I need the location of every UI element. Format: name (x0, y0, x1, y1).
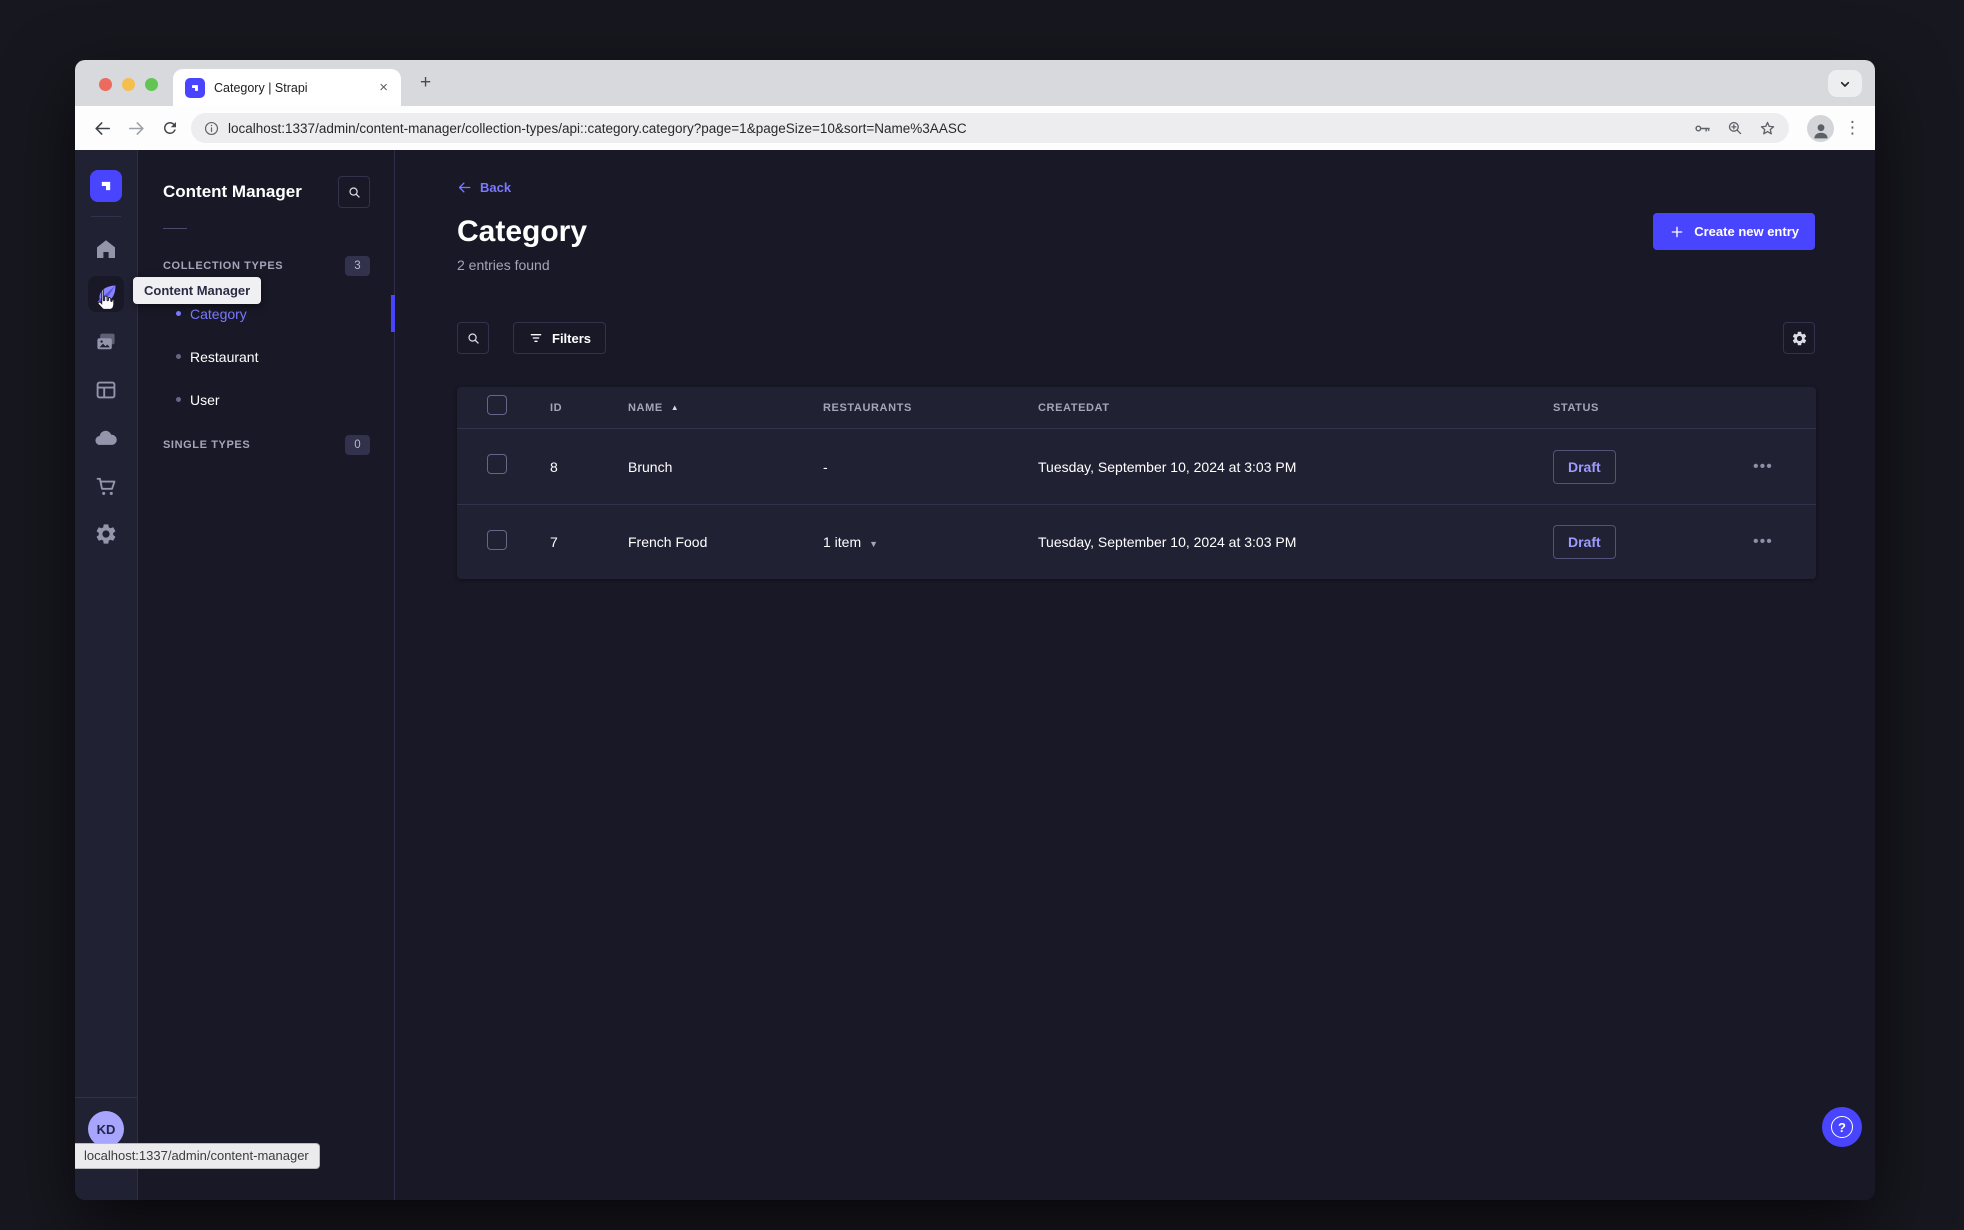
row-actions-icon[interactable]: ••• (1753, 458, 1773, 475)
bullet-icon (176, 397, 181, 402)
nav-cloud-icon[interactable] (88, 420, 124, 456)
table-row[interactable]: 8 Brunch - Tuesday, September 10, 2024 a… (457, 429, 1816, 504)
nav-content-type-builder-icon[interactable] (88, 372, 124, 408)
browser-menu-icon[interactable]: ⋮ (1844, 119, 1861, 136)
zoom-in-icon[interactable] (1726, 119, 1744, 137)
mouse-cursor (92, 288, 116, 312)
new-tab-button[interactable]: + (420, 73, 431, 93)
bullet-icon (176, 354, 181, 359)
content-manager-subnav: Content Manager COLLECTION TYPES 3 Categ… (138, 150, 395, 1200)
password-key-icon[interactable] (1693, 119, 1712, 138)
row-checkbox[interactable] (487, 454, 507, 474)
main-content: Back Category Create new entry 2 entries… (395, 150, 1875, 1200)
question-mark-icon: ? (1831, 1116, 1853, 1138)
nav-marketplace-icon[interactable] (88, 468, 124, 504)
cell-restaurants: - (823, 458, 828, 475)
cell-createdat: Tuesday, September 10, 2024 at 3:03 PM (1038, 534, 1297, 550)
strapi-app: KD Content Manager COLLECTION TYPES 3 Ca… (75, 150, 1875, 1200)
cell-createdat: Tuesday, September 10, 2024 at 3:03 PM (1038, 458, 1297, 475)
collection-types-count-badge: 3 (345, 256, 370, 276)
rail-footer-divider (75, 1097, 137, 1098)
arrow-left-icon (457, 180, 472, 195)
browser-toolbar: localhost:1337/admin/content-manager/col… (75, 106, 1875, 150)
subnav-item-user[interactable]: User (163, 378, 370, 421)
entries-table: ID NAME ▲ RESTAURANTS CREATEDAT STATUS 8 … (457, 387, 1816, 579)
browser-window: Category | Strapi × + localhost:1337/adm… (75, 60, 1875, 1200)
close-window-button[interactable] (99, 78, 112, 91)
nav-home-icon[interactable] (88, 231, 124, 267)
bullet-icon (176, 311, 181, 316)
url-text[interactable]: localhost:1337/admin/content-manager/col… (228, 121, 1683, 136)
filter-icon (528, 330, 544, 346)
traffic-lights (99, 78, 158, 91)
cell-id: 7 (550, 534, 558, 550)
chevron-down-icon: ▼ (869, 539, 879, 549)
search-icon (347, 185, 362, 200)
reload-icon[interactable] (153, 111, 187, 145)
bookmark-star-icon[interactable] (1758, 119, 1777, 138)
active-indicator (391, 295, 395, 332)
strapi-logo[interactable] (90, 170, 122, 202)
column-header-id[interactable]: ID (545, 402, 623, 414)
cell-id: 8 (550, 458, 558, 475)
view-settings-button[interactable] (1783, 322, 1815, 354)
back-link[interactable]: Back (457, 180, 511, 195)
list-search-button[interactable] (457, 322, 489, 354)
column-header-restaurants[interactable]: RESTAURANTS (818, 402, 1033, 414)
url-bar-icons (1693, 119, 1777, 138)
status-badge: Draft (1553, 525, 1616, 559)
forward-icon[interactable] (119, 111, 153, 145)
table-header-row: ID NAME ▲ RESTAURANTS CREATEDAT STATUS (457, 387, 1816, 429)
table-row[interactable]: 7 French Food 1 item ▼ Tuesday, September… (457, 504, 1816, 579)
rail-divider (91, 216, 121, 217)
strapi-favicon-icon (185, 77, 205, 98)
column-header-createdat[interactable]: CREATEDAT (1033, 402, 1548, 414)
minimize-window-button[interactable] (122, 78, 135, 91)
column-header-name[interactable]: NAME ▲ (623, 402, 818, 414)
site-info-icon[interactable] (203, 120, 220, 137)
zoom-window-button[interactable] (145, 78, 158, 91)
cell-name: Brunch (628, 458, 673, 475)
sort-asc-icon: ▲ (670, 402, 680, 412)
tab-strip: Category | Strapi × + (75, 60, 1875, 106)
filters-button[interactable]: Filters (513, 322, 607, 354)
single-types-count-badge: 0 (345, 435, 370, 455)
plus-icon (1669, 224, 1685, 240)
gear-icon (1791, 330, 1808, 347)
content-manager-tooltip: Content Manager (133, 277, 262, 304)
browser-tab[interactable]: Category | Strapi × (173, 69, 401, 106)
subnav-item-restaurant[interactable]: Restaurant (163, 335, 370, 378)
tab-title: Category | Strapi (214, 80, 308, 95)
entries-count: 2 entries found (457, 257, 550, 273)
link-status-bubble: localhost:1337/admin/content-manager (75, 1143, 320, 1169)
subnav-divider (163, 228, 187, 229)
close-tab-icon[interactable]: × (376, 79, 391, 96)
single-types-label: SINGLE TYPES (163, 439, 251, 451)
cell-restaurants[interactable]: 1 item ▼ (818, 534, 1033, 550)
row-actions-icon[interactable]: ••• (1753, 533, 1773, 550)
page-title: Category (457, 214, 588, 248)
user-avatar[interactable]: KD (88, 1111, 124, 1147)
status-badge: Draft (1553, 449, 1616, 484)
subnav-search-button[interactable] (338, 176, 370, 208)
collection-types-label: COLLECTION TYPES (163, 260, 284, 272)
column-header-status[interactable]: STATUS (1548, 402, 1748, 414)
nav-media-library-icon[interactable] (88, 324, 124, 360)
create-new-entry-button[interactable]: Create new entry (1653, 213, 1815, 250)
cell-name: French Food (628, 534, 708, 550)
tab-search-button[interactable] (1828, 70, 1862, 97)
url-bar[interactable]: localhost:1337/admin/content-manager/col… (191, 113, 1789, 143)
subnav-title: Content Manager (163, 182, 302, 201)
select-all-checkbox[interactable] (487, 395, 507, 415)
browser-profile-icon[interactable] (1807, 114, 1834, 142)
back-icon[interactable] (85, 111, 119, 145)
row-checkbox[interactable] (487, 529, 507, 550)
nav-settings-icon[interactable] (88, 516, 124, 552)
collection-types-list: Category Restaurant User (163, 292, 395, 421)
help-button[interactable]: ? (1822, 1107, 1862, 1147)
search-icon (466, 331, 481, 346)
